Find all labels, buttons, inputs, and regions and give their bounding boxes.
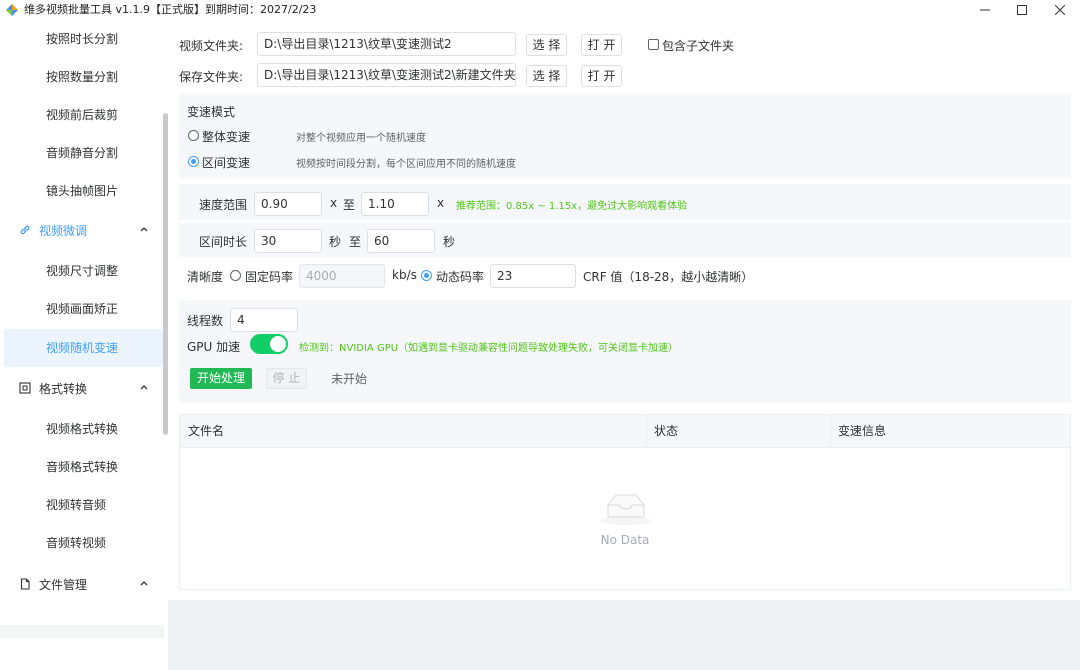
save-folder-label: 保存文件夹: [179, 70, 244, 84]
threads-label: 线程数 [187, 314, 224, 328]
speed-range-hint: 推荐范围：0.85x ~ 1.15x，避免过大影响观看体验 [456, 201, 688, 212]
whole-speed-radio[interactable] [188, 130, 199, 141]
table-header: 文件名 状态 变速信息 [180, 415, 1070, 448]
bitrate-unit: kb/s [392, 268, 417, 282]
speed-to-label: 至 [343, 198, 356, 212]
sidebar-item-trim-head-tail[interactable]: 视频前后裁剪 [0, 96, 164, 134]
sidebar-divider [0, 625, 164, 638]
whole-speed-label[interactable]: 整体变速 [202, 128, 250, 145]
stop-button[interactable]: 停 止 [266, 368, 307, 389]
title-bar: 维多视频批量工具 v1.1.9【正式版】到期时间：2027/2/23 [0, 0, 1080, 20]
sidebar-item-resize[interactable]: 视频尺寸调整 [0, 252, 164, 290]
interval-label: 区间时长 [199, 235, 248, 249]
sidebar-item-video-format[interactable]: 视频格式转换 [0, 410, 164, 448]
segment-speed-radio[interactable] [188, 156, 199, 167]
chevron-up-icon [140, 581, 148, 586]
speed-min-input[interactable]: 0.90 [254, 192, 322, 216]
open-video-folder-button[interactable]: 打 开 [581, 34, 622, 56]
empty-text: No Data [600, 533, 650, 547]
sidebar-group-label: 视频微调 [39, 223, 88, 238]
sidebar-group-label: 格式转换 [39, 381, 88, 396]
file-table: 文件名 状态 变速信息 No Data [179, 414, 1071, 590]
segment-speed-label[interactable]: 区间变速 [202, 154, 250, 171]
column-header-status[interactable]: 状态 [646, 415, 830, 448]
status-text: 未开始 [331, 372, 368, 386]
sidebar-item-video-to-audio[interactable]: 视频转音频 [0, 486, 164, 524]
app-logo-icon [6, 4, 18, 16]
sidebar-group-format[interactable]: 格式转换 [0, 368, 164, 408]
maximize-button[interactable] [1002, 0, 1042, 20]
whole-speed-desc: 对整个视频应用一个随机速度 [296, 133, 426, 144]
square-frame-icon [18, 381, 32, 395]
interval-max-input[interactable]: 60 [367, 229, 435, 253]
sidebar-item-correction[interactable]: 视频画面矫正 [0, 290, 164, 328]
sidebar-item-silence-split[interactable]: 音频静音分割 [0, 134, 164, 172]
dynamic-bitrate-label[interactable]: 动态码率 [436, 268, 484, 285]
close-button[interactable] [1040, 0, 1080, 20]
gpu-toggle[interactable] [250, 334, 288, 354]
chevron-up-icon [140, 385, 148, 390]
start-button[interactable]: 开始处理 [190, 368, 252, 389]
video-folder-label: 视频文件夹: [179, 39, 244, 53]
select-video-folder-button[interactable]: 选 择 [526, 34, 567, 56]
sidebar-item-split-by-duration[interactable]: 按照时长分割 [0, 20, 164, 58]
threads-input[interactable]: 4 [230, 308, 298, 332]
speed-min-unit: x [330, 196, 338, 210]
quality-label: 清晰度 [187, 270, 224, 284]
select-save-folder-button[interactable]: 选 择 [526, 65, 567, 87]
crf-hint: CRF 值（18-28，越小越清晰） [583, 270, 754, 284]
maximize-icon [1017, 5, 1027, 15]
link-icon [18, 223, 32, 237]
sidebar: 按照时长分割 按照数量分割 视频前后裁剪 音频静音分割 镜头抽帧图片 视频微调 … [0, 20, 168, 670]
fixed-bitrate-label[interactable]: 固定码率 [245, 268, 293, 285]
fixed-bitrate-input[interactable]: 4000 [299, 264, 385, 288]
include-subfolders-label: 包含子文件夹 [662, 39, 735, 53]
gpu-hint: 检测到：NVIDIA GPU（如遇到显卡驱动兼容性问题导致处理失败，可关闭显卡加… [299, 343, 679, 354]
document-icon [18, 577, 32, 591]
segment-speed-desc: 视频按时间段分割，每个区间应用不同的随机速度 [296, 159, 516, 170]
video-folder-input[interactable]: D:\导出目录\1213\纹草\变速测试2 [257, 32, 516, 56]
sidebar-group-files[interactable]: 文件管理 [0, 564, 164, 604]
minimize-icon [980, 9, 990, 11]
speed-max-input[interactable]: 1.10 [361, 192, 429, 216]
interval-max-unit: 秒 [443, 235, 456, 249]
speed-mode-title: 变速模式 [187, 105, 236, 119]
speed-range-label: 速度范围 [199, 198, 248, 212]
crf-input[interactable]: 23 [490, 264, 576, 288]
sidebar-item-random-speed[interactable]: 视频随机变速 [4, 329, 164, 367]
minimize-button[interactable] [965, 0, 1005, 20]
sidebar-item-audio-to-video[interactable]: 音频转视频 [0, 524, 164, 562]
sidebar-group-label: 文件管理 [39, 577, 88, 592]
sidebar-item-frame-extract[interactable]: 镜头抽帧图片 [0, 172, 164, 210]
sidebar-item-split-by-count[interactable]: 按照数量分割 [0, 58, 164, 96]
speed-max-unit: x [437, 196, 445, 210]
empty-box-icon [600, 494, 652, 525]
chevron-up-icon [140, 227, 148, 232]
interval-min-unit: 秒 [329, 235, 342, 249]
interval-to-label: 至 [349, 235, 362, 249]
fixed-bitrate-radio[interactable] [230, 270, 241, 281]
gpu-label: GPU 加速 [187, 340, 241, 354]
open-save-folder-button[interactable]: 打 开 [581, 65, 622, 87]
window-title: 维多视频批量工具 v1.1.9【正式版】到期时间：2027/2/23 [24, 3, 317, 16]
column-header-speed-info[interactable]: 变速信息 [830, 415, 1070, 448]
interval-min-input[interactable]: 30 [254, 229, 322, 253]
close-icon [1055, 5, 1065, 15]
column-header-filename[interactable]: 文件名 [180, 415, 646, 448]
include-subfolders-checkbox[interactable] [648, 39, 659, 50]
save-folder-input[interactable]: D:\导出目录\1213\纹草\变速测试2\新建文件夹 [257, 63, 516, 87]
dynamic-bitrate-radio[interactable] [421, 270, 432, 281]
sidebar-item-audio-format[interactable]: 音频格式转换 [0, 448, 164, 486]
sidebar-group-video-tweak[interactable]: 视频微调 [0, 210, 164, 250]
